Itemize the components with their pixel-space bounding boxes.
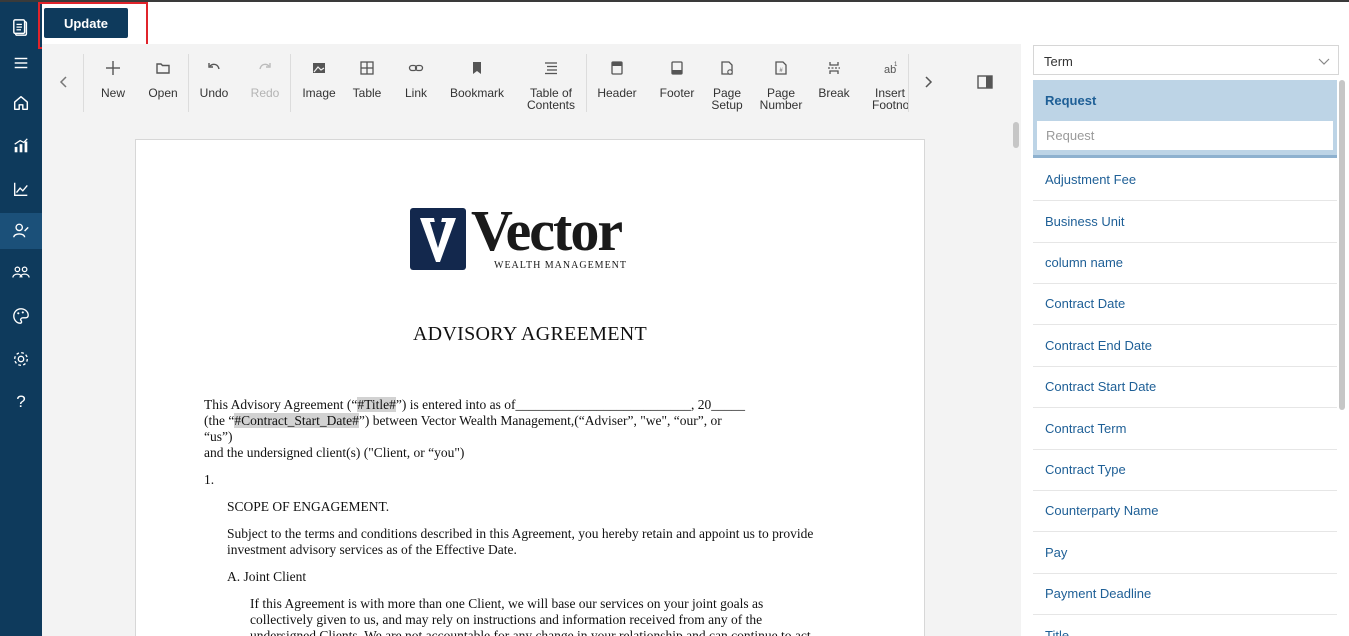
page-number-label: Page Number [759,86,803,112]
top-border [0,0,1349,2]
undo-icon [208,63,220,70]
folder-icon [156,63,170,74]
header-label: Header [597,86,637,100]
paragraph-line: (the “#Contract_Start_Date#”) between Ve… [204,413,722,428]
footnote-icon: ab1 [884,62,898,76]
open-label: Open [148,86,178,100]
menu-icon[interactable] [0,45,42,81]
field-item[interactable]: Business Unit [1033,202,1337,243]
section-heading: SCOPE OF ENGAGEMENT. [227,499,390,514]
table-label: Table [352,86,382,100]
toc-label: Table of Contents [526,86,576,112]
header-icon [611,61,623,75]
field-category-select[interactable]: Term [1033,45,1339,75]
break-icon [828,62,840,74]
paragraph-line: undersigned Clients. We are not accounta… [250,628,811,636]
request-section: Request [1033,80,1337,155]
table-icon [360,61,374,75]
field-item[interactable]: Counterparty Name [1033,491,1337,532]
link-button[interactable]: Link [384,54,448,116]
merge-field-contract-start-date[interactable]: #Contract_Start_Date# [234,413,359,428]
page-setup-icon [721,61,733,75]
break-label: Break [818,86,850,100]
field-item[interactable]: Contract Start Date [1033,367,1337,408]
trend-chart-icon[interactable] [0,171,42,207]
svg-text:#: # [779,68,783,74]
insert-footnote-label: Insert Footnot [872,87,908,111]
header-button[interactable]: Header [585,54,649,116]
field-list-scrollbar[interactable] [1339,80,1345,410]
field-item[interactable]: column name [1033,243,1337,284]
paragraph-line: Subject to the terms and conditions desc… [227,526,814,541]
image-icon [313,63,325,73]
field-item[interactable]: Contract Type [1033,450,1337,491]
vector-logo: Vector WEALTH MANAGEMENT [410,198,650,272]
paragraph-line: collectively given to us, and may rely o… [250,612,763,627]
bookmark-label: Bookmark [449,86,505,100]
request-search-input[interactable] [1036,120,1334,151]
analytics-icon[interactable] [0,128,42,164]
update-button[interactable]: Update [44,8,128,38]
redo-label: Redo [250,86,280,100]
field-item[interactable]: Contract Term [1033,409,1337,450]
break-button[interactable]: Break [802,54,866,116]
user-config-icon[interactable] [0,213,42,249]
logo-subtitle: WEALTH MANAGEMENT [494,260,628,271]
toc-icon [545,62,557,75]
paragraph-line: and the undersigned client(s) ("Client, … [204,445,465,460]
field-item[interactable]: Adjustment Fee [1033,160,1337,201]
paragraph-line: If this Agreement is with more than one … [250,596,764,611]
toggle-panel-icon[interactable] [965,44,1005,120]
request-section-title: Request [1045,93,1097,108]
list-number: 1. [204,472,215,487]
footer-label: Footer [659,86,695,100]
field-item[interactable]: Title [1033,616,1337,636]
settings-icon[interactable] [0,341,42,377]
field-item[interactable]: Pay [1033,533,1337,574]
paragraph-line: This Advisory Agreement (“#Title#”) is e… [204,397,745,412]
help-icon[interactable]: ? [0,384,42,420]
undo-label: Undo [199,86,229,100]
link-label: Link [404,86,427,100]
editor-scrollbar[interactable] [1013,122,1019,148]
bookmark-button[interactable]: Bookmark [445,54,509,116]
redo-icon [259,63,271,70]
bookmark-icon [473,62,481,74]
field-item[interactable]: Payment Deadline [1033,574,1337,615]
ribbon-toolbar: New Open Undo Redo Image Table Link Book… [42,44,1021,120]
team-icon[interactable] [0,255,42,291]
new-label: New [100,86,125,100]
document-page[interactable]: Vector WEALTH MANAGEMENT ADVISORY AGREEM… [135,139,925,636]
app-logo-icon[interactable] [0,10,42,46]
plus-icon [106,61,120,75]
page-number-icon: # [775,61,787,75]
side-navigation: ? [0,2,42,636]
select-value: Term [1044,54,1073,69]
page-setup-label: Page Setup [711,86,743,112]
image-label: Image [302,86,336,100]
field-list-panel: Request Adjustment Fee Business Unit col… [1033,80,1337,636]
paragraph-line: investment advisory services as of the E… [227,542,517,557]
toolbar-scroll-right-icon[interactable] [908,44,948,120]
footer-icon [671,61,683,75]
chevron-down-icon [1318,58,1330,65]
svg-text:1: 1 [894,62,898,68]
section-divider [1033,155,1337,158]
paragraph-line: “us”) [204,429,233,444]
field-item[interactable]: Contract End Date [1033,326,1337,367]
link-icon [408,64,424,72]
document-title: ADVISORY AGREEMENT [412,323,648,345]
toolbar-scroll-left-icon[interactable] [44,44,84,120]
palette-icon[interactable] [0,298,42,334]
field-item[interactable]: Contract Date [1033,284,1337,325]
subsection-heading: A. Joint Client [227,569,307,584]
merge-field-title[interactable]: #Title# [357,397,396,412]
vector-logo-mark-icon [410,208,466,270]
table-of-contents-button[interactable]: Table of Contents [519,54,583,116]
document-editor[interactable]: Vector WEALTH MANAGEMENT ADVISORY AGREEM… [42,120,1021,636]
logo-wordmark: Vector [471,198,623,263]
home-icon[interactable] [0,85,42,121]
